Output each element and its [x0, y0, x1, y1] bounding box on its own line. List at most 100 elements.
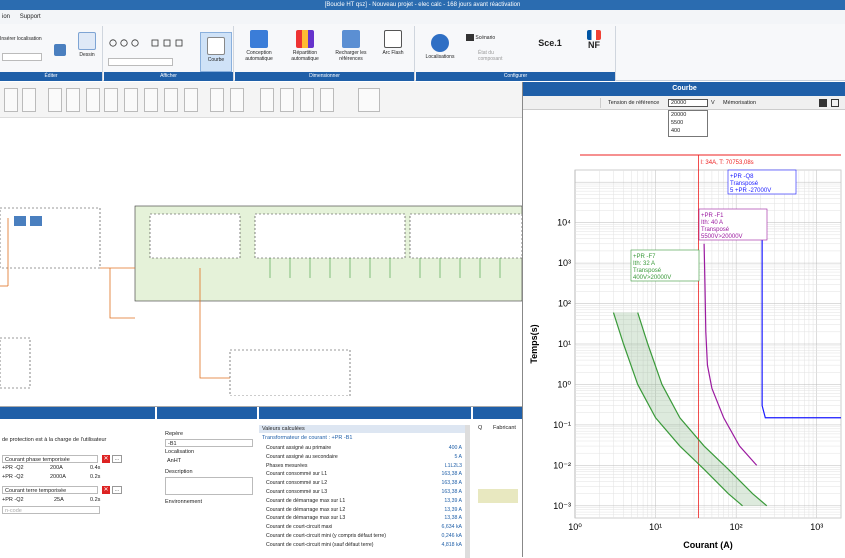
arc-flash-button[interactable]: Arc Flash [375, 30, 411, 56]
ribbon-group-configurer: Localisations Scénario État du composant… [416, 26, 616, 81]
schema-canvas[interactable] [0, 118, 522, 396]
y-tick-label: 10¹ [558, 339, 571, 349]
export-icon[interactable] [831, 99, 839, 107]
calculator-icon [250, 30, 268, 48]
courbe-button[interactable]: Courbe [200, 32, 232, 72]
scenario-button[interactable]: Scénario [466, 34, 506, 41]
panel-header-catalogue [473, 407, 522, 419]
tension-unit: V [711, 100, 715, 106]
phase-row-1-current: 200A [50, 465, 63, 471]
calc-row-value: 4,818 kA [441, 541, 462, 548]
earth-more-button[interactable]: ... [112, 486, 122, 494]
memorisation-select[interactable]: Mémorisation [723, 96, 756, 110]
legend-text: 400V>20000V [633, 275, 671, 281]
symbol-switch-2[interactable] [86, 88, 100, 112]
recharger-references-button[interactable]: Recharger les références [331, 30, 371, 62]
tension-select[interactable]: 20000 [668, 99, 708, 107]
earth-row-1-ref: +PR -Q2 [2, 497, 24, 503]
calc-row-value: 163,38 A [441, 480, 462, 487]
scenario-select[interactable]: Sce.1 [534, 38, 566, 48]
symbol-earth[interactable] [230, 88, 244, 112]
code-input[interactable]: n-code [2, 506, 100, 514]
norm-nf-button[interactable]: NF [584, 30, 604, 50]
symbol-switch[interactable] [66, 88, 80, 112]
x-tick-label: 10³ [810, 522, 823, 532]
calc-row: Courant consommé sur L2 163,38 A [266, 479, 462, 487]
symbol-busbar[interactable] [260, 88, 274, 112]
legend-text: 5500V>20000V [701, 234, 743, 240]
pencil-tool-button[interactable] [50, 44, 70, 58]
symbol-battery[interactable] [184, 88, 198, 112]
symbol-cable[interactable] [210, 88, 224, 112]
tension-option-0[interactable]: 20000 [669, 111, 707, 119]
zoom-icons[interactable] [108, 38, 198, 48]
panel-header-calc [259, 407, 471, 419]
calc-scrollbar[interactable] [465, 425, 470, 558]
symbol-relay[interactable] [280, 88, 294, 112]
earth-row-1-current: 25A [54, 497, 64, 503]
editer-combo[interactable] [2, 53, 42, 61]
group-label-afficher: Afficher [104, 72, 233, 81]
y-tick-label: 10⁻² [553, 460, 571, 470]
selectivity-chart[interactable]: 10⁰ 10¹ 10² 10³ 10⁴ 10³ 10² 10¹ 10⁰ 10⁻¹ 10⁻² 10⁻³ C… [523, 110, 845, 557]
x-axis-label: Courant (A) [683, 540, 733, 550]
col-q: Q [478, 425, 483, 431]
reload-database-icon [342, 30, 360, 48]
symbol-heater[interactable] [320, 88, 334, 112]
localisations-button[interactable]: Localisations [420, 34, 460, 60]
calc-row-value: 400 A [448, 445, 462, 451]
repere-field[interactable]: -B1 [165, 439, 253, 447]
protection-intro: de protection est à la charge de l'utili… [2, 437, 107, 443]
legend-text: Transposé [633, 268, 662, 274]
catalogue-toolbar[interactable] [478, 489, 518, 503]
symbol-transformer-2[interactable] [22, 88, 36, 112]
calc-row: Courant de court-circuit mini (sauf défa… [266, 541, 462, 549]
y-axis-label: Temps(s) [529, 324, 539, 363]
phase-current-field[interactable]: Courant phase temporisée [2, 455, 98, 463]
tension-option-2[interactable]: 400 [669, 127, 707, 135]
phase-row-2-time: 0.2s [90, 474, 101, 480]
symbol-lamp[interactable] [300, 88, 314, 112]
calc-row-label: Phases mesurées [266, 462, 308, 469]
save-icon[interactable] [819, 99, 827, 107]
menu-item-support[interactable]: Support [20, 14, 41, 20]
dessin-button[interactable]: Dessin [74, 32, 100, 58]
symbol-panel[interactable] [358, 88, 380, 112]
legend-text: +PR -F7 [633, 254, 656, 260]
calc-row: Courant assigné au primaire 400 A [266, 444, 462, 452]
calc-row: Courant de court-circuit maxi 6,634 kA [266, 523, 462, 531]
phase-more-button[interactable]: ... [112, 455, 122, 463]
tension-option-1[interactable]: 5500 [669, 119, 707, 127]
calc-row-label: Courant de court-circuit maxi [266, 524, 333, 531]
repartition-automatique-button[interactable]: Répartition automatique [285, 30, 325, 62]
symbol-load[interactable] [144, 88, 158, 112]
phase-row-1-time: 0.4s [90, 465, 101, 471]
marker-text: I: 34A, T: 70753,08s [700, 160, 753, 166]
symbol-breaker[interactable] [48, 88, 62, 112]
localisation-value[interactable]: AnHT [167, 458, 181, 465]
menu-item-edition[interactable]: ion [2, 14, 10, 20]
description-field[interactable] [165, 477, 253, 495]
legend-text: Transposé [701, 227, 730, 233]
symbol-fuse[interactable] [104, 88, 118, 112]
legend-text: +PR -Q8 [730, 174, 754, 180]
earth-current-field[interactable]: Courant terre temporisée [2, 486, 98, 494]
insert-location-button[interactable]: Insérer localisation [0, 36, 46, 42]
symbol-transformer[interactable] [4, 88, 18, 112]
curve-tool-icons[interactable] [527, 98, 601, 108]
map-pin-icon [431, 34, 449, 52]
zoom-toolbar[interactable] [108, 38, 198, 48]
conception-automatique-button[interactable]: Conception automatique [239, 30, 279, 62]
afficher-combo[interactable] [108, 58, 173, 66]
delete-earth-icon[interactable]: ✕ [102, 486, 110, 494]
calc-row: Phases mesurées L1L2L3 [266, 462, 462, 470]
calc-row-label: Courant consommé sur L1 [266, 471, 328, 478]
y-tick-label: 10² [558, 299, 571, 309]
tension-dropdown-list[interactable]: 20000 5500 400 [668, 110, 708, 137]
code-placeholder: n-code [5, 508, 22, 514]
symbol-motor[interactable] [124, 88, 138, 112]
french-flag-icon [587, 30, 601, 40]
curve-chart-icon [207, 37, 225, 55]
symbol-generator[interactable] [164, 88, 178, 112]
delete-phase-icon[interactable]: ✕ [102, 455, 110, 463]
